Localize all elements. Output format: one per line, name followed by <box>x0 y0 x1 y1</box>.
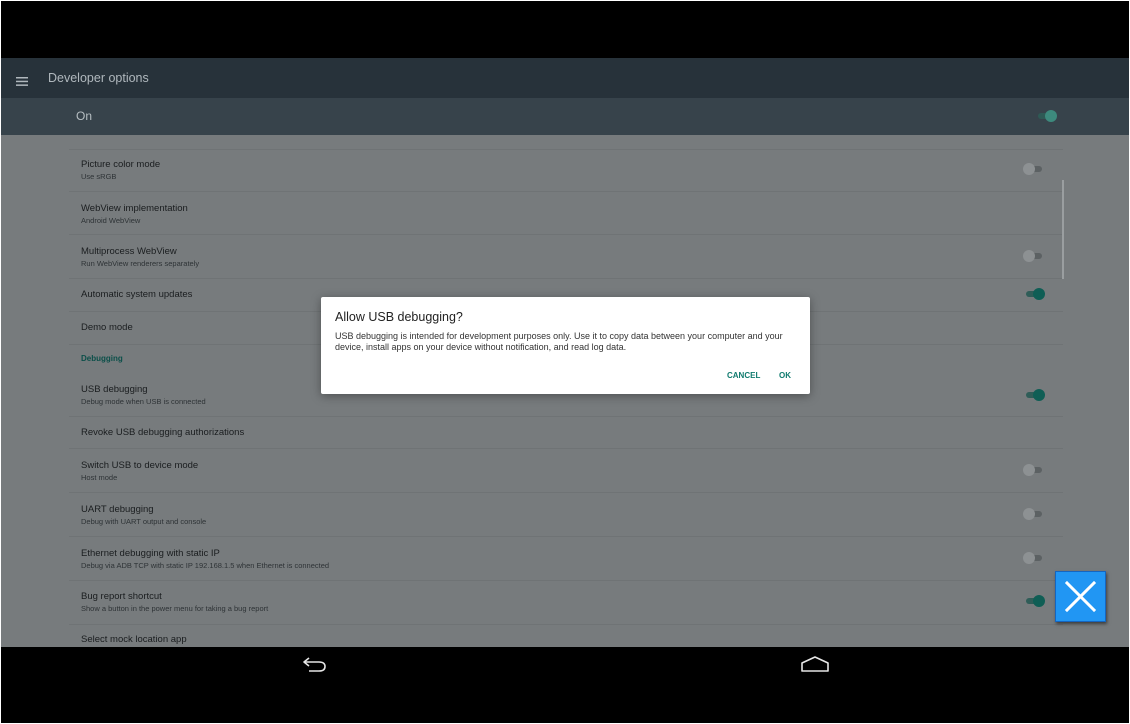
row-title: Select mock location app <box>81 634 187 645</box>
multiprocess-webview-switch[interactable] <box>1023 250 1045 262</box>
dialog-title: Allow USB debugging? <box>335 310 463 324</box>
settings-row-bug-report-shortcut[interactable]: Bug report shortcut Show a button in the… <box>69 581 1063 625</box>
row-title: Picture color mode <box>81 159 161 170</box>
settings-row-revoke-usb-debugging[interactable]: Revoke USB debugging authorizations <box>69 417 1063 449</box>
android-screen: Developer options On Picture color mode … <box>1 1 1129 723</box>
settings-row-multiprocess-webview[interactable]: Multiprocess WebView Run WebView rendere… <box>69 235 1063 279</box>
settings-row-uart-debugging[interactable]: UART debugging Debug with UART output an… <box>69 493 1063 537</box>
switch-usb-device-mode-switch[interactable] <box>1023 464 1045 476</box>
settings-row-switch-usb-device-mode[interactable]: Switch USB to device mode Host mode <box>69 449 1063 493</box>
row-title: Multiprocess WebView <box>81 246 177 257</box>
row-summary: Show a button in the power menu for taki… <box>81 604 269 613</box>
ok-button[interactable]: OK <box>779 371 791 380</box>
row-title: UART debugging <box>81 504 154 515</box>
row-title: USB debugging <box>81 384 148 395</box>
settings-row-webview-implementation[interactable]: WebView implementation Android WebView <box>69 192 1063 235</box>
usb-debugging-switch[interactable] <box>1023 389 1045 401</box>
settings-row-ethernet-debugging[interactable]: Ethernet debugging with static IP Debug … <box>69 537 1063 581</box>
app-bar: Developer options <box>1 58 1129 98</box>
dialog-message: USB debugging is intended for developmen… <box>335 331 783 352</box>
usb-debugging-dialog: Allow USB debugging? USB debugging is in… <box>321 297 810 394</box>
ethernet-debugging-switch[interactable] <box>1023 552 1045 564</box>
uart-debugging-switch[interactable] <box>1023 508 1045 520</box>
row-title: Revoke USB debugging authorizations <box>81 427 245 438</box>
master-switch-label: On <box>76 109 93 123</box>
close-x-icon[interactable] <box>1055 571 1106 622</box>
settings-row-select-mock-location-app[interactable]: Select mock location app <box>69 625 1063 647</box>
master-switch-toggle[interactable] <box>1035 110 1057 122</box>
row-summary: Use sRGB <box>81 172 117 181</box>
row-title: Bug report shortcut <box>81 591 162 602</box>
section-header-debugging: Debugging <box>81 354 123 363</box>
row-title: Automatic system updates <box>81 289 193 300</box>
row-title: WebView implementation <box>81 203 188 214</box>
row-summary: Host mode <box>81 473 118 482</box>
home-icon[interactable] <box>800 655 830 673</box>
row-summary: Run WebView renderers separately <box>81 259 200 268</box>
navigation-bar <box>1 647 1129 723</box>
row-title: Demo mode <box>81 322 133 333</box>
row-title: Switch USB to device mode <box>81 460 199 471</box>
cancel-button[interactable]: CANCEL <box>727 371 760 380</box>
row-summary: Android WebView <box>81 216 141 225</box>
row-summary: Debug with UART output and console <box>81 517 207 526</box>
picture-color-mode-switch[interactable] <box>1023 163 1045 175</box>
automatic-system-updates-switch[interactable] <box>1023 288 1045 300</box>
settings-row-partial <box>69 135 1063 150</box>
scrollbar[interactable] <box>1062 180 1064 279</box>
settings-row-picture-color-mode[interactable]: Picture color mode Use sRGB <box>69 149 1063 192</box>
row-title: Ethernet debugging with static IP <box>81 548 220 559</box>
row-summary: Debug via ADB TCP with static IP 192.168… <box>81 561 330 570</box>
app-title: Developer options <box>48 71 149 85</box>
master-switch-bar[interactable]: On <box>1 98 1129 135</box>
bug-report-shortcut-switch[interactable] <box>1023 595 1045 607</box>
row-summary: Debug mode when USB is connected <box>81 397 206 406</box>
hamburger-menu-icon[interactable] <box>16 73 28 86</box>
status-bar <box>1 1 1129 58</box>
back-arrow-icon[interactable] <box>301 655 329 673</box>
